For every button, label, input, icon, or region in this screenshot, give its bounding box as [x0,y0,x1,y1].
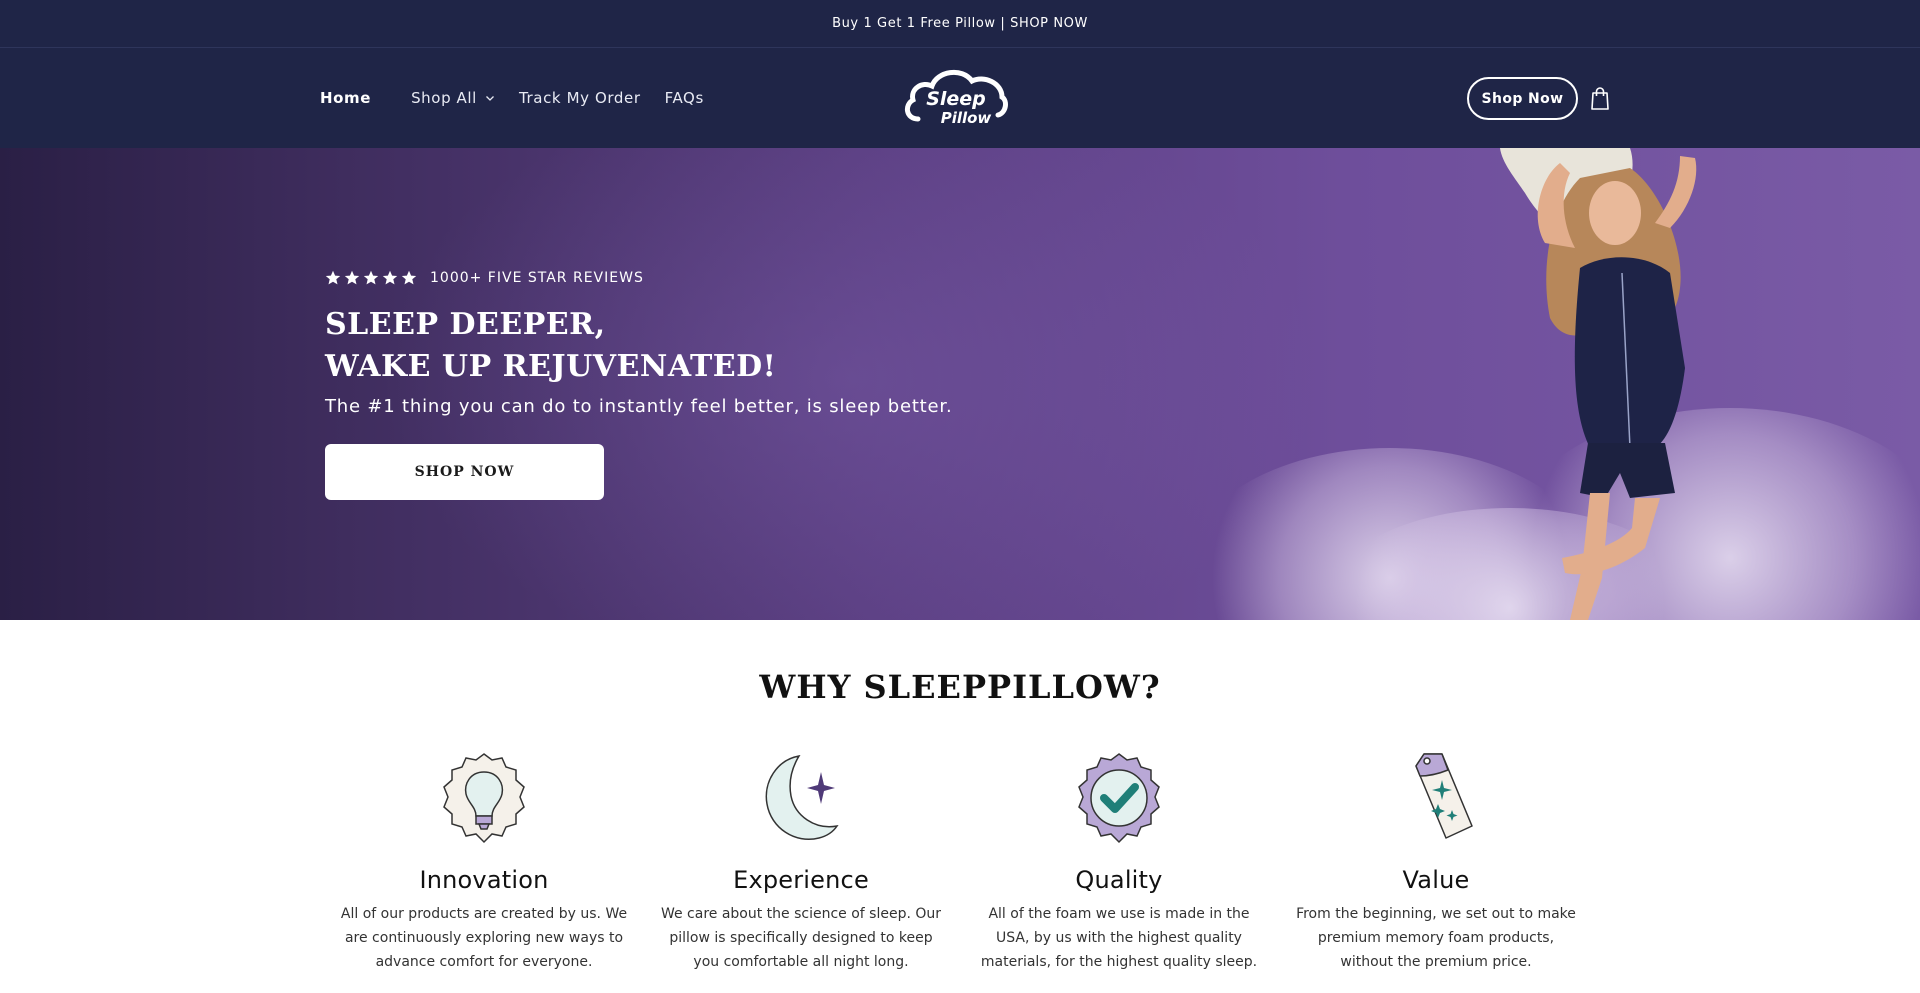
nav-home[interactable]: Home [320,89,371,107]
sleep-pillow-logo[interactable]: Sleep Pillow [904,65,1008,131]
moon-star-icon [765,754,839,840]
shopping-bag-icon[interactable] [1587,85,1613,111]
hero-headline-line-1: SLEEP DEEPER, [325,307,606,342]
star-icon [363,270,379,285]
site-header: Home Shop All Track My Order FAQs Sleep … [0,48,1920,148]
hero-shop-now-button[interactable]: SHOP NOW [325,444,604,500]
feature-quality: Quality All of the foam we use is made i… [974,750,1264,974]
announcement-link[interactable]: Buy 1 Get 1 Free Pillow | SHOP NOW [832,16,1088,31]
main-nav: Home Shop All Track My Order FAQs [320,48,728,148]
star-rating [325,270,420,286]
lightbulb-icon [443,753,525,844]
hero-subtitle: The #1 thing you can do to instantly fee… [325,396,953,417]
feature-experience-title: Experience [733,866,869,894]
reviews-count-text: 1000+ FIVE STAR REVIEWS [430,270,644,286]
hero-headline-line-2: WAKE UP REJUVENATED! [325,349,777,384]
nav-faqs[interactable]: FAQs [665,89,704,107]
feature-quality-title: Quality [1075,866,1163,894]
feature-value-text: From the beginning, we set out to make p… [1296,906,1576,970]
nav-track-order[interactable]: Track My Order [519,89,641,107]
header-shop-now-button[interactable]: Shop Now [1467,77,1578,120]
feature-innovation: Innovation All of our products are creat… [339,750,629,974]
woman-jumping-with-pillow-image [1500,148,1697,620]
why-section-title: WHY SLEEPPILLOW? [759,668,1161,706]
hero-headline: SLEEP DEEPER, WAKE UP REJUVENATED! [325,304,1025,388]
star-icon [344,270,360,285]
star-icon [382,270,398,285]
star-icon [401,270,417,285]
feature-value-title: Value [1402,866,1470,894]
hero-banner: 1000+ FIVE STAR REVIEWS SLEEP DEEPER, WA… [0,148,1920,620]
feature-quality-text: All of the foam we use is made in the US… [980,906,1258,970]
feature-value: Value From the beginning, we set out to … [1291,750,1581,974]
nav-shop-all[interactable]: Shop All [411,89,495,107]
feature-innovation-text: All of our products are created by us. W… [340,906,628,970]
announcement-bar: Buy 1 Get 1 Free Pillow | SHOP NOW [0,0,1920,48]
quality-badge-icon [1078,753,1160,844]
reviews-badge: 1000+ FIVE STAR REVIEWS [325,270,644,286]
feature-innovation-title: Innovation [419,866,549,894]
feature-experience: Experience We care about the science of … [656,750,946,974]
feature-experience-text: We care about the science of sleep. Our … [660,906,942,970]
svg-text:Sleep: Sleep [926,88,986,110]
nav-shop-all-label: Shop All [411,89,477,107]
star-icon [325,270,341,285]
price-tag-icon [1415,753,1473,839]
svg-text:Pillow: Pillow [941,109,992,127]
chevron-down-icon [486,96,494,101]
